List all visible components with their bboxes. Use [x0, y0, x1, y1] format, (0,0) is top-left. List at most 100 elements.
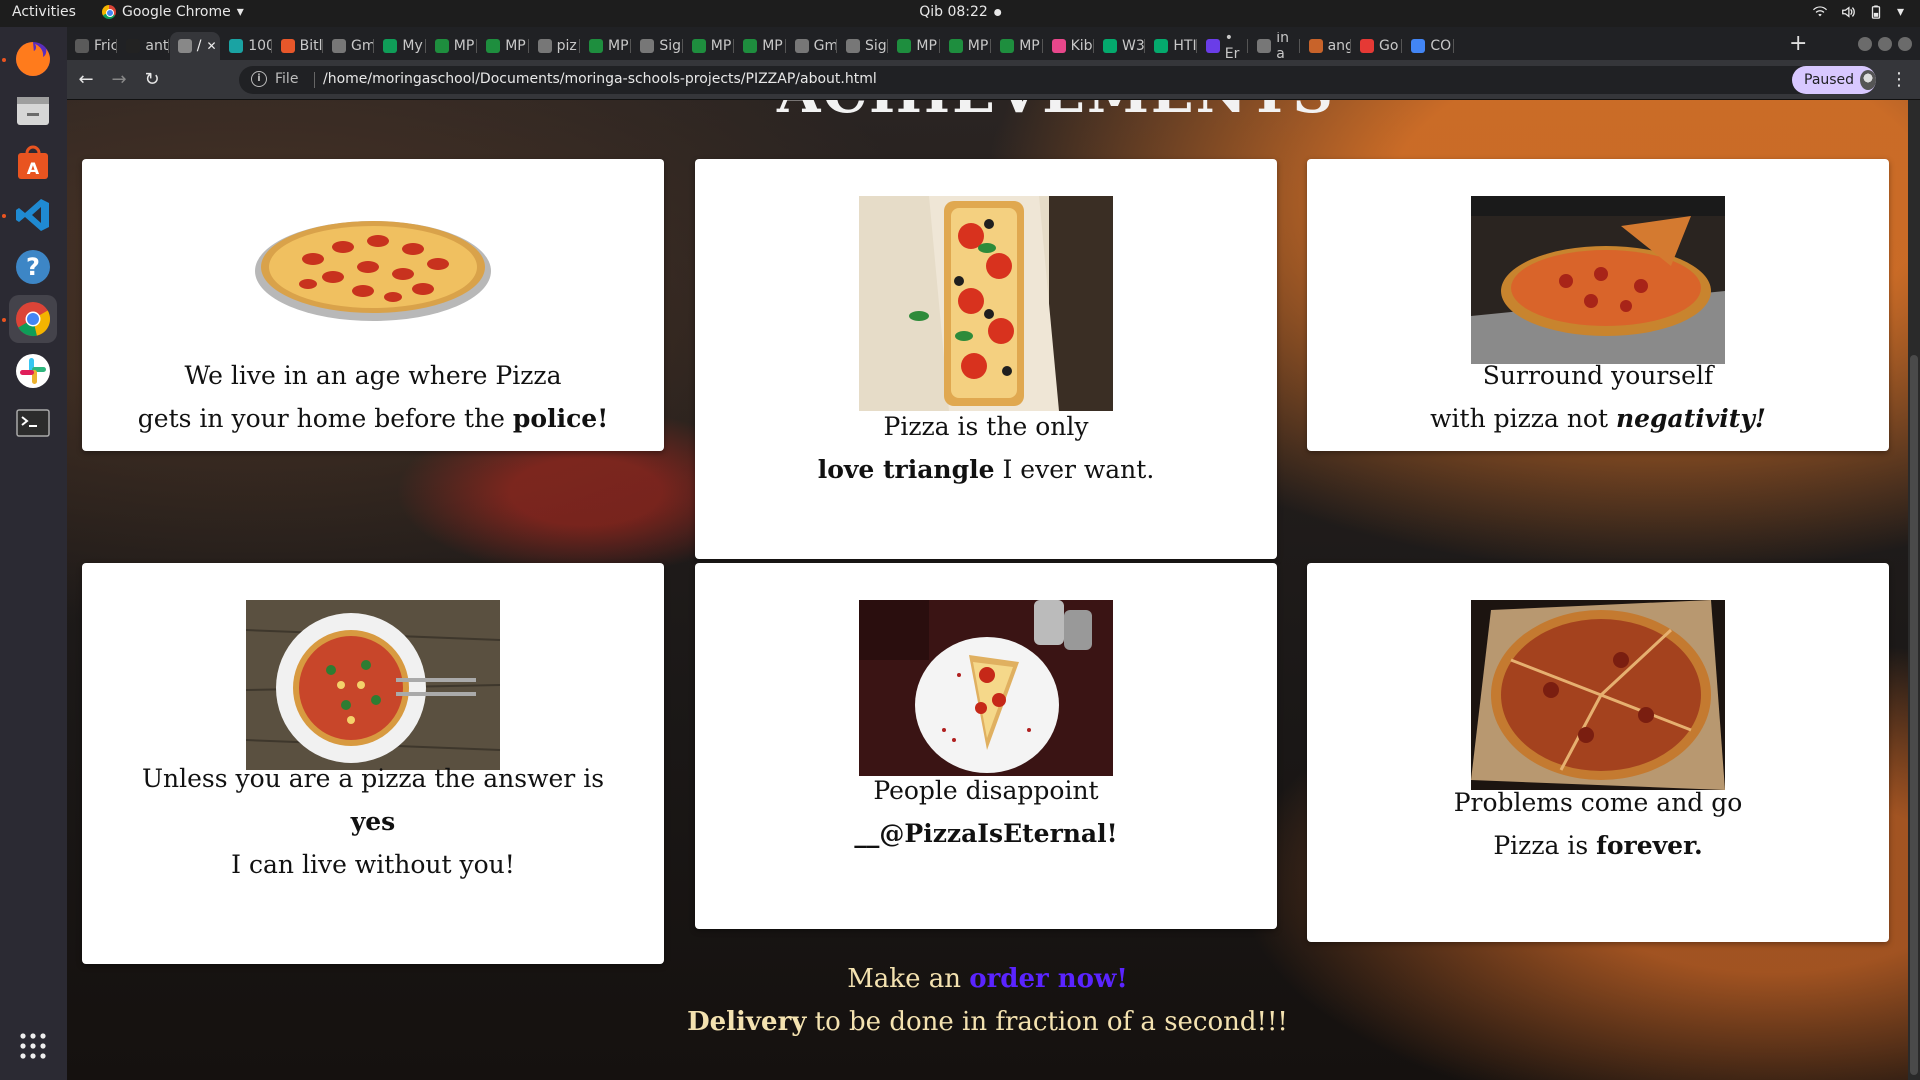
quote-card-5: People disappoint __@PizzaIsEternal! [695, 563, 1277, 929]
battery-icon [1871, 5, 1881, 19]
reload-icon[interactable]: ↻ [142, 70, 162, 90]
clock[interactable]: Qib 08:22 [919, 4, 1001, 20]
tab-separator [1195, 39, 1197, 53]
browser-tab[interactable]: Kib [1044, 32, 1094, 60]
volume-icon [1842, 6, 1855, 18]
tab-label: • Er [1224, 32, 1240, 60]
cta-line: Delivery to be done in fraction of a sec… [67, 1001, 1908, 1044]
browser-tab[interactable]: HTI [1146, 32, 1197, 60]
page-scrollbar[interactable] [1908, 100, 1920, 1080]
vscode-icon[interactable] [9, 191, 57, 239]
browser-tab[interactable]: ant [118, 32, 169, 60]
tab-separator [321, 39, 323, 53]
browser-tab[interactable]: MP [735, 32, 786, 60]
app-menu[interactable]: Google Chrome ▾ [102, 4, 244, 20]
quote-emphasis: __@PizzaIsEternal! [854, 819, 1118, 848]
divider [314, 72, 315, 88]
tab-label: Gm [813, 38, 837, 54]
tab-label: in a [1276, 32, 1289, 60]
url-text[interactable]: /home/moringaschool/Documents/moringa-sc… [323, 71, 877, 87]
quote-fragment: Pizza is [1493, 831, 1597, 860]
browser-tab[interactable]: ang [1301, 32, 1351, 60]
back-icon[interactable]: ← [76, 70, 96, 90]
files-icon[interactable] [9, 87, 57, 135]
browser-tab[interactable]: Sig [838, 32, 889, 60]
browser-tab[interactable]: MP [581, 32, 632, 60]
close-tab-icon[interactable]: ✕ [207, 39, 217, 53]
slack-icon[interactable] [9, 347, 57, 395]
browser-tab[interactable]: Gm [324, 32, 375, 60]
browser-tab[interactable]: MP [478, 32, 529, 60]
tab-separator [1401, 39, 1403, 53]
chevron-down-icon: ▾ [1896, 4, 1904, 20]
quote-card-6: Problems come and go Pizza is forever. [1307, 563, 1889, 942]
browser-tab[interactable]: Go [1352, 32, 1403, 60]
page-title: ACHIEVEMENTS [777, 100, 1335, 126]
quote-emphasis: forever. [1596, 831, 1703, 860]
tab-favicon-icon [589, 39, 603, 53]
activities-button[interactable]: Activities [12, 4, 76, 20]
running-indicator [2, 214, 6, 218]
quote-emphasis: police! [512, 404, 609, 433]
browser-tab[interactable]: W3 [1095, 32, 1146, 60]
browser-tab[interactable]: Fric [67, 32, 118, 60]
tab-label: / [196, 38, 202, 54]
help-icon[interactable]: ? [9, 243, 57, 291]
cta-emphasis: Delivery [687, 1007, 807, 1037]
browser-tab[interactable]: MP [992, 32, 1043, 60]
info-icon[interactable]: i [251, 71, 267, 87]
close-window-icon[interactable] [1898, 37, 1912, 51]
browser-tab[interactable]: CO [1403, 32, 1454, 60]
browser-tab[interactable]: piz [530, 32, 580, 60]
quote-line: We live in an age where Pizza [184, 361, 562, 390]
browser-tab[interactable]: / ✕ [169, 32, 221, 60]
browser-tab[interactable]: MP [941, 32, 992, 60]
tab-separator [1144, 39, 1146, 53]
browser-tab[interactable]: MP [684, 32, 735, 60]
notification-dot-icon [993, 8, 1001, 16]
order-now-link[interactable]: order now! [969, 964, 1128, 994]
tab-label: MP [1019, 38, 1040, 54]
tab-favicon-icon [1257, 39, 1272, 53]
tab-favicon-icon [280, 39, 295, 53]
pizza-photo [255, 221, 491, 321]
tab-favicon-icon [794, 39, 809, 53]
software-center-icon[interactable]: A [9, 139, 57, 187]
quote-line: Unless you are a pizza the answer is [141, 764, 605, 793]
tab-separator [167, 39, 169, 53]
browser-tab[interactable]: • Er [1198, 32, 1249, 60]
tab-separator [938, 39, 940, 53]
browser-tab[interactable]: 100 [221, 32, 272, 60]
quote-line: love triangle I ever want. [695, 448, 1277, 491]
browser-tab[interactable]: Bitl [273, 32, 323, 60]
browser-tab[interactable]: MP [889, 32, 940, 60]
browser-tab[interactable]: Gm [787, 32, 837, 60]
tab-favicon-icon [1154, 39, 1169, 53]
tab-favicon-icon [1000, 39, 1015, 53]
tab-separator [527, 39, 529, 53]
tab-label: piz [556, 38, 577, 54]
new-tab-icon[interactable]: + [1789, 32, 1807, 56]
maximize-icon[interactable] [1878, 37, 1892, 51]
terminal-icon[interactable] [9, 399, 57, 447]
profile-button[interactable]: Paused [1792, 66, 1876, 94]
firefox-icon[interactable] [9, 35, 57, 83]
browser-tab[interactable]: in a [1249, 32, 1300, 60]
chrome-icon[interactable] [9, 295, 57, 343]
browser-tab[interactable]: Sig [632, 32, 683, 60]
browser-tab[interactable]: My [375, 32, 426, 60]
quote-text: Unless you are a pizza the answer is yes… [82, 757, 664, 886]
show-applications-icon[interactable] [9, 1022, 57, 1070]
scrollbar-thumb[interactable] [1910, 355, 1918, 1075]
quote-line: Surround yourself [1482, 361, 1714, 390]
forward-icon[interactable]: → [109, 70, 129, 90]
minimize-icon[interactable] [1858, 37, 1872, 51]
cta-line: Make an order now! [67, 958, 1908, 1001]
pizza-photo [859, 196, 1113, 411]
address-bar[interactable]: i File /home/moringaschool/Documents/mor… [239, 66, 1834, 94]
system-tray[interactable]: ▾ [1812, 4, 1904, 20]
tab-separator [270, 39, 272, 53]
browser-tab[interactable]: MP [427, 32, 478, 60]
tab-label: Fric [94, 38, 118, 54]
menu-icon[interactable]: ⋮ [1889, 70, 1909, 90]
